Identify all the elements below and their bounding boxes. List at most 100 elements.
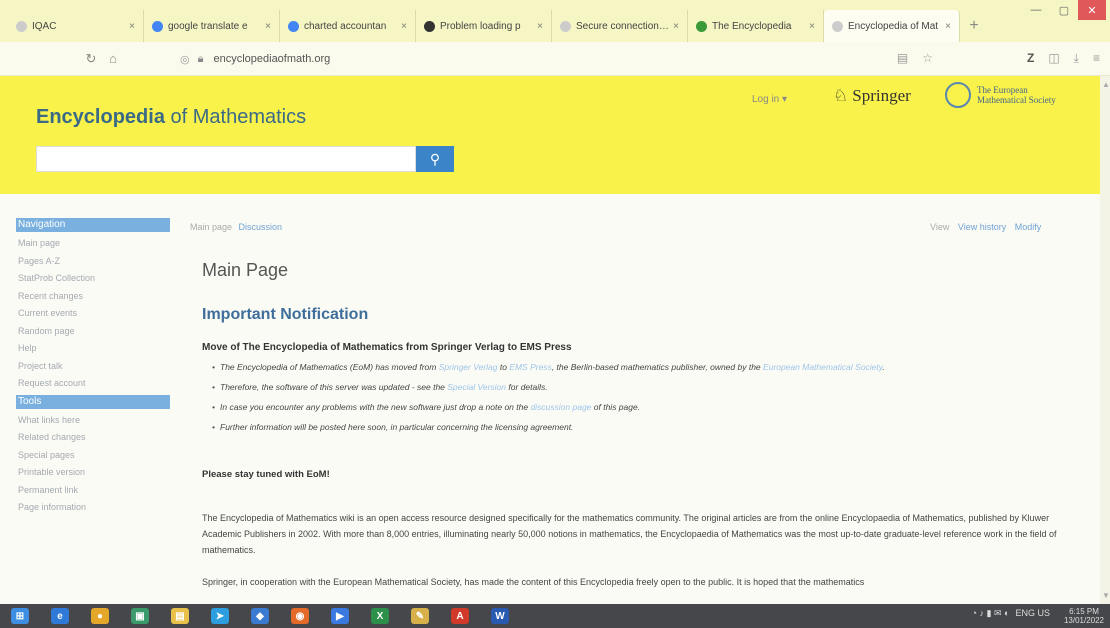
- tab-main-page[interactable]: Main page: [190, 222, 232, 232]
- taskbar-app7-button[interactable]: ◆: [240, 604, 280, 628]
- tab-view[interactable]: View: [930, 222, 949, 232]
- browser-tab[interactable]: google translate e ×: [144, 10, 280, 42]
- browser-tab[interactable]: charted accountan ×: [280, 10, 416, 42]
- discussion-page-link[interactable]: discussion page: [530, 402, 591, 412]
- bookmark-star-icon[interactable]: ☆: [922, 51, 933, 66]
- tab-close-icon[interactable]: ×: [673, 21, 679, 32]
- taskbar-explorer-button[interactable]: ▤: [160, 604, 200, 628]
- chrome-icon: ●: [91, 608, 109, 624]
- tray-icons[interactable]: ◔ ♪ ▮ ✉ ◐: [972, 608, 1010, 619]
- taskbar-word-button[interactable]: W: [480, 604, 520, 628]
- search-input[interactable]: [36, 146, 416, 172]
- taskbar-acrobat-button[interactable]: A: [440, 604, 480, 628]
- scroll-up-icon[interactable]: ▲: [1102, 80, 1110, 89]
- language-indicator[interactable]: ENG US: [1015, 608, 1050, 619]
- site-title[interactable]: Encyclopedia of Mathematics: [36, 106, 306, 129]
- scroll-down-icon[interactable]: ▼: [1102, 591, 1110, 600]
- sidebar-link[interactable]: Page information: [16, 499, 170, 517]
- sidebar-link[interactable]: StatProb Collection: [16, 270, 170, 288]
- list-item: Further information will be posted here …: [212, 422, 1074, 433]
- search-button[interactable]: ⚲: [416, 146, 454, 172]
- clock[interactable]: 6:15 PM 13/01/2022: [1064, 607, 1104, 625]
- minimize-button[interactable]: —: [1022, 0, 1050, 20]
- springer-logo[interactable]: ♘ Springer: [833, 86, 911, 106]
- taskbar-telegram-button[interactable]: ➤: [200, 604, 240, 628]
- tab-close-icon[interactable]: ×: [945, 21, 951, 32]
- home-icon[interactable]: ⌂: [102, 51, 124, 66]
- browser-tab[interactable]: Problem loading p ×: [416, 10, 552, 42]
- sidebar-link[interactable]: Main page: [16, 235, 170, 253]
- tab-close-icon[interactable]: ×: [809, 21, 815, 32]
- zotero-icon[interactable]: Z: [1027, 51, 1034, 66]
- tab-favicon-icon: [16, 20, 27, 32]
- sidebar-link[interactable]: Permanent link: [16, 482, 170, 500]
- site-title-bold: Encyclopedia: [36, 106, 165, 128]
- sidebar-link[interactable]: Printable version: [16, 464, 170, 482]
- pocket-icon[interactable]: ◫: [1048, 51, 1059, 66]
- sidebar-link[interactable]: Recent changes: [16, 288, 170, 306]
- login-link[interactable]: Log in ▾: [752, 94, 787, 105]
- browser-tab[interactable]: Encyclopedia of Mat ×: [824, 10, 960, 42]
- lock-icon: 🔒︎: [197, 52, 204, 65]
- tab-favicon-icon: [288, 20, 299, 32]
- note-text: Further information will be posted here …: [220, 422, 574, 432]
- stay-tuned-text: Please stay tuned with EoM!: [202, 469, 330, 480]
- springer-paragraph: Springer, in cooperation with the Europe…: [202, 577, 865, 587]
- taskbar-store-button[interactable]: ▣: [120, 604, 160, 628]
- tab-view-history[interactable]: View history: [958, 222, 1006, 232]
- acrobat-icon: A: [451, 608, 469, 624]
- browser-tab[interactable]: Secure connection fail ×: [552, 10, 688, 42]
- tab-close-icon[interactable]: ×: [265, 21, 271, 32]
- ems-logo[interactable]: The European Mathematical Society: [945, 82, 1056, 108]
- browser-tab[interactable]: IQAC ×: [8, 10, 144, 42]
- sidebar-link[interactable]: Special pages: [16, 447, 170, 465]
- reader-view-icon[interactable]: ▤: [897, 51, 908, 66]
- sidebar-link[interactable]: Help: [16, 340, 170, 358]
- european-mathematical-society-link[interactable]: European Mathematical Society: [763, 362, 882, 372]
- navigation-list: Main page Pages A-Z StatProb Collection Rec…: [16, 235, 170, 393]
- taskbar-start-button[interactable]: ⊞: [0, 604, 40, 628]
- new-tab-button[interactable]: +: [960, 10, 988, 42]
- springer-verlag-link[interactable]: Springer Verlag: [439, 362, 498, 372]
- notification-heading: Important Notification: [202, 306, 369, 323]
- sidebar-link[interactable]: Current events: [16, 305, 170, 323]
- tab-favicon-icon: [832, 20, 843, 32]
- ems-press-link[interactable]: EMS Press: [509, 362, 552, 372]
- tab-close-icon[interactable]: ×: [401, 21, 407, 32]
- tab-discussion[interactable]: Discussion: [239, 222, 283, 232]
- ems-line2: Mathematical Society: [977, 95, 1056, 105]
- taskbar-edge-button[interactable]: e: [40, 604, 80, 628]
- page-scrollbar[interactable]: ▲ ▼: [1100, 76, 1110, 604]
- explorer-icon: ▤: [171, 608, 189, 624]
- sidebar-link[interactable]: Project talk: [16, 358, 170, 376]
- taskbar-firefox-button[interactable]: ◉: [280, 604, 320, 628]
- springer-horse-icon: ♘: [833, 86, 849, 105]
- close-window-button[interactable]: ✕: [1078, 0, 1106, 20]
- reload-icon[interactable]: ↻: [80, 51, 102, 67]
- tab-close-icon[interactable]: ×: [129, 21, 135, 32]
- tab-modify[interactable]: Modify: [1015, 222, 1042, 232]
- sidebar-link[interactable]: What links here: [16, 412, 170, 430]
- sidebar-link[interactable]: Pages A-Z: [16, 253, 170, 271]
- browser-tab[interactable]: The Encyclopedia ×: [688, 10, 824, 42]
- sidebar-link[interactable]: Related changes: [16, 429, 170, 447]
- search-icon: ⚲: [429, 150, 441, 167]
- taskbar-paint-button[interactable]: ✎: [400, 604, 440, 628]
- taskbar-zoom-button[interactable]: ▶: [320, 604, 360, 628]
- tools-list: What links here Related changes Special pa…: [16, 412, 170, 517]
- maximize-button[interactable]: ▢: [1050, 0, 1078, 20]
- address-bar: ↻ ⌂ ◎ 🔒︎ encyclopediaofmath.org ▤ ☆ Z ◫ …: [0, 42, 1110, 76]
- url-text: encyclopediaofmath.org: [213, 53, 331, 65]
- url-field[interactable]: ◎ 🔒︎ encyclopediaofmath.org: [180, 49, 800, 69]
- sidebar-link[interactable]: Request account: [16, 375, 170, 393]
- tab-close-icon[interactable]: ×: [537, 21, 543, 32]
- sidebar-link[interactable]: Random page: [16, 323, 170, 341]
- special-version-link[interactable]: Special Version: [447, 382, 506, 392]
- menu-icon[interactable]: ≡: [1093, 51, 1100, 66]
- taskbar-excel-button[interactable]: X: [360, 604, 400, 628]
- download-icon[interactable]: ⤓: [1074, 51, 1079, 66]
- taskbar-chrome-button[interactable]: ●: [80, 604, 120, 628]
- zoom-icon: ▶: [331, 608, 349, 624]
- window-controls: — ▢ ✕: [1022, 0, 1106, 20]
- tools-heading: Tools: [16, 394, 170, 409]
